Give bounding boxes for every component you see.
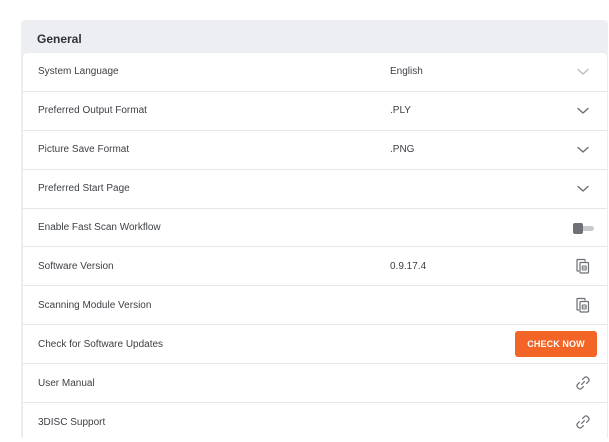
- settings-list: System Language English Preferred Output…: [23, 53, 607, 438]
- copy-icon[interactable]: [571, 293, 595, 317]
- chevron-down-icon[interactable]: [571, 60, 595, 84]
- fast-scan-toggle[interactable]: [573, 222, 595, 234]
- general-settings-panel: General System Language English Preferre…: [21, 20, 608, 438]
- setting-value: .PNG: [390, 144, 415, 156]
- setting-value: English: [390, 66, 423, 78]
- setting-label: Preferred Start Page: [38, 183, 130, 195]
- link-icon[interactable]: [571, 410, 595, 434]
- setting-row-output-format[interactable]: Preferred Output Format .PLY: [23, 92, 607, 131]
- setting-row-start-page[interactable]: Preferred Start Page: [23, 170, 607, 209]
- setting-row-system-language[interactable]: System Language English: [23, 53, 607, 92]
- setting-row-user-manual[interactable]: User Manual: [23, 364, 607, 404]
- setting-row-software-updates: Check for Software Updates CHECK NOW: [23, 325, 607, 365]
- setting-label: Enable Fast Scan Workflow: [38, 222, 161, 233]
- chevron-down-icon[interactable]: [571, 138, 595, 162]
- chevron-down-icon[interactable]: [571, 177, 595, 201]
- setting-label: Preferred Output Format: [38, 105, 147, 117]
- setting-row-fast-scan: Enable Fast Scan Workflow: [23, 209, 607, 248]
- link-icon[interactable]: [571, 371, 595, 395]
- setting-label: System Language: [38, 66, 119, 78]
- setting-row-support[interactable]: 3DISC Support: [23, 403, 607, 442]
- setting-row-software-version: Software Version 0.9.17.4: [23, 247, 607, 287]
- setting-value: .PLY: [390, 105, 411, 117]
- setting-label: User Manual: [38, 377, 95, 389]
- check-now-button[interactable]: CHECK NOW: [515, 331, 597, 358]
- setting-label: Software Version: [38, 260, 114, 272]
- setting-row-scanning-module-version: Scanning Module Version: [23, 286, 607, 326]
- setting-label: 3DISC Support: [38, 416, 106, 428]
- setting-label: Check for Software Updates: [38, 338, 164, 350]
- setting-value: 0.9.17.4: [390, 260, 427, 272]
- setting-label: Scanning Module Version: [38, 299, 152, 311]
- section-title: General: [37, 32, 82, 46]
- chevron-down-icon[interactable]: [571, 99, 595, 123]
- copy-icon[interactable]: [571, 254, 595, 278]
- setting-label: Picture Save Format: [38, 144, 130, 156]
- toggle-thumb: [573, 222, 583, 234]
- setting-row-picture-format[interactable]: Picture Save Format .PNG: [23, 131, 607, 170]
